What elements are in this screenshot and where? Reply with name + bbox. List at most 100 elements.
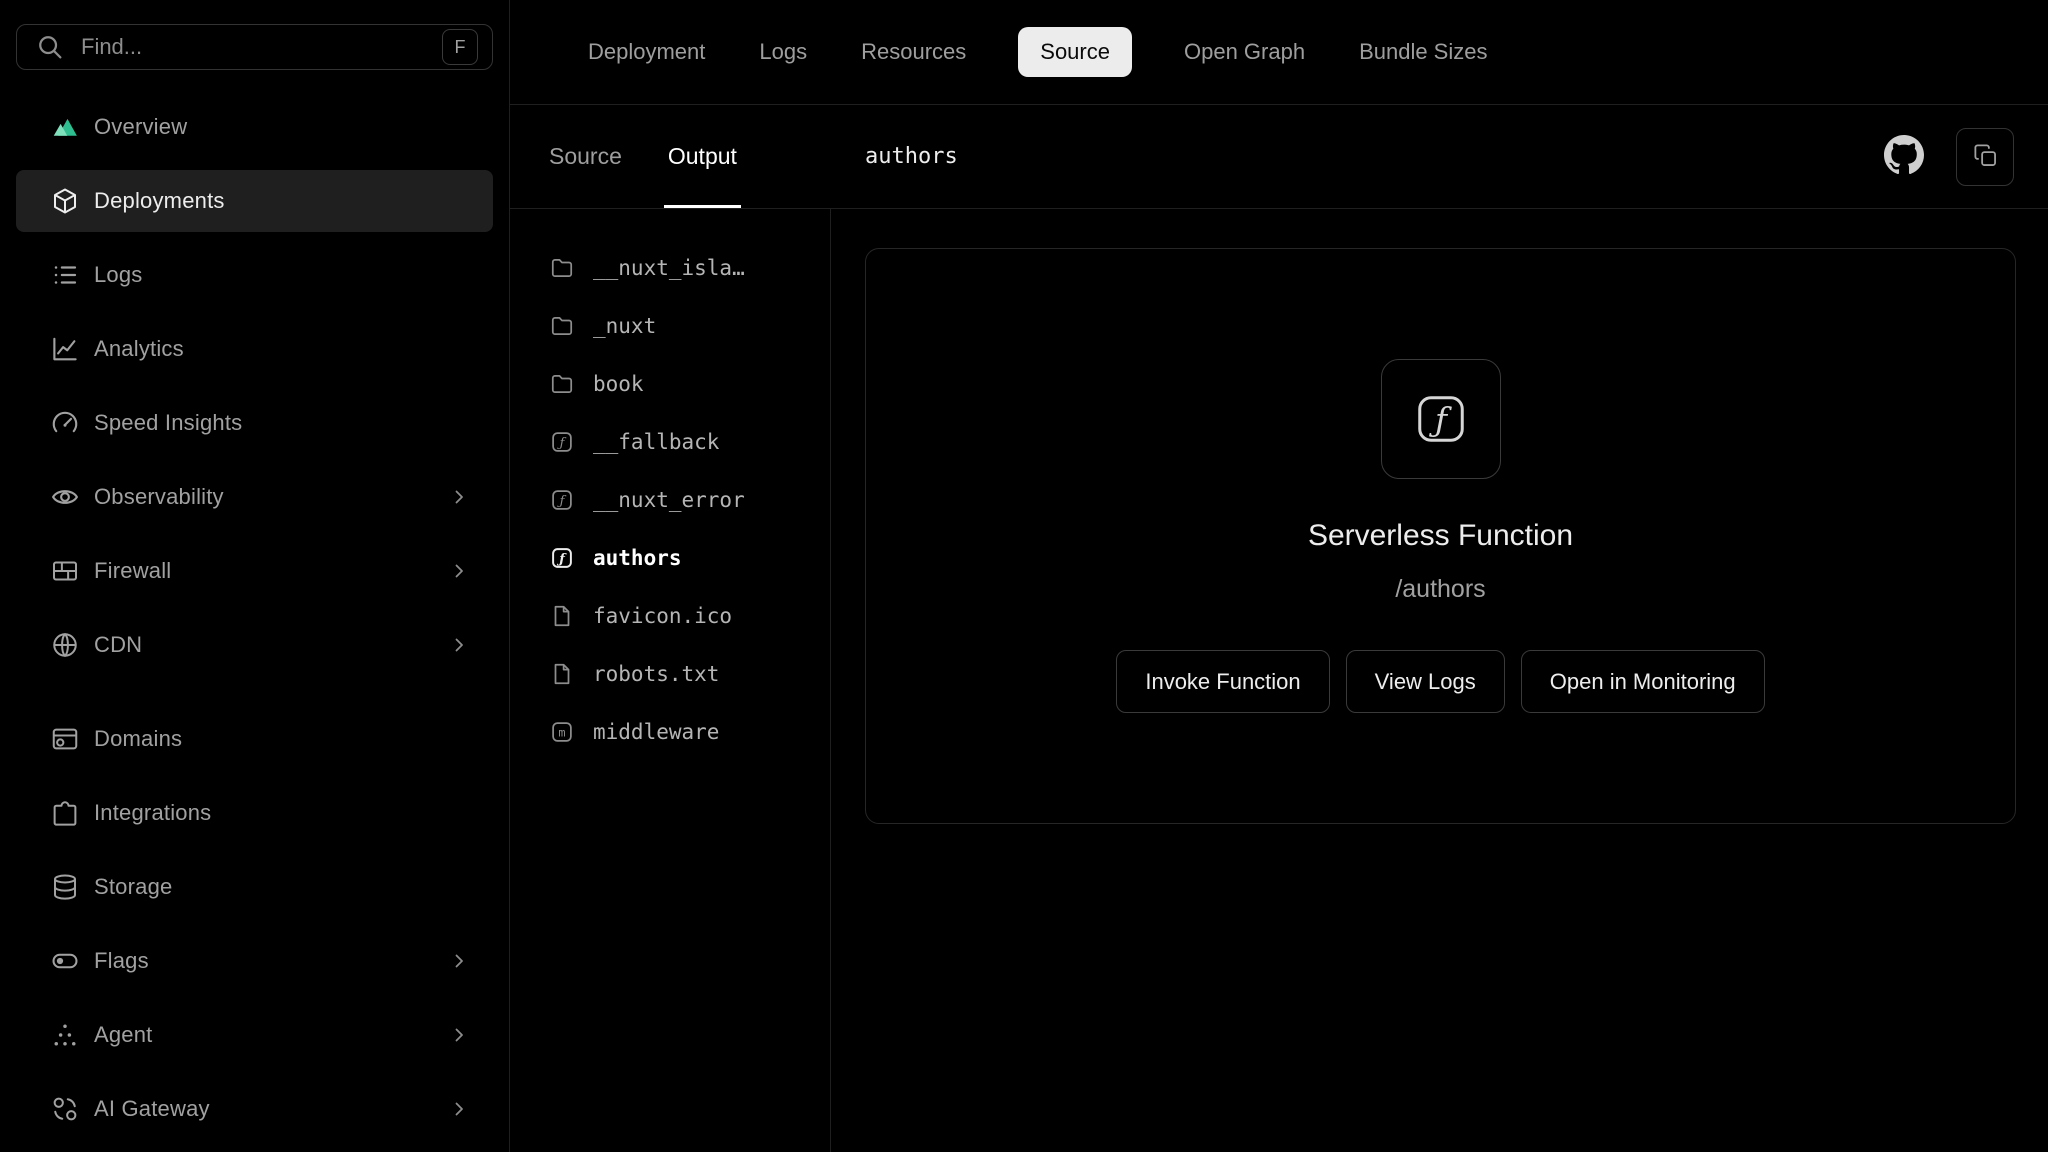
copy-button[interactable]	[1956, 128, 2014, 186]
tree-item-nuxt-error[interactable]: ƒ __nuxt_error	[549, 471, 830, 529]
tree-item-middleware[interactable]: m middleware	[549, 703, 830, 761]
invoke-function-button[interactable]: Invoke Function	[1116, 650, 1329, 713]
sidebar-item-label: Domains	[94, 726, 182, 752]
sidebar-item-label: AI Gateway	[94, 1096, 210, 1122]
tree-item-fallback[interactable]: ƒ __fallback	[549, 413, 830, 471]
open-in-monitoring-button[interactable]: Open in Monitoring	[1521, 650, 1765, 713]
sidebar-item-label: Firewall	[94, 558, 171, 584]
svg-text:ƒ: ƒ	[1428, 401, 1451, 439]
sidebar-item-integrations[interactable]: Integrations	[16, 782, 493, 844]
tree-item-nuxt[interactable]: _nuxt	[549, 297, 830, 355]
sidebar-item-cdn[interactable]: CDN	[16, 614, 493, 676]
sidebar-item-deployments[interactable]: Deployments	[16, 170, 493, 232]
sidebar-item-label: Analytics	[94, 336, 184, 362]
sidebar-item-domains[interactable]: Domains	[16, 708, 493, 770]
line-chart-icon	[50, 334, 80, 364]
puzzle-icon	[50, 798, 80, 828]
source-output-tabs: Source Output	[510, 105, 831, 208]
serverless-function-card: ƒ Serverless Function /authors Invoke Fu…	[865, 248, 2016, 824]
output-file-tree: __nuxt_isla… _nuxt book ƒ __fallback ƒ _…	[510, 209, 831, 1152]
sidebar-item-label: Observability	[94, 484, 224, 510]
github-button[interactable]	[1874, 127, 1934, 187]
middleware-icon: m	[549, 719, 575, 745]
firewall-icon	[50, 556, 80, 586]
chevron-right-icon	[447, 633, 471, 657]
function-route: /authors	[1395, 575, 1485, 604]
file-icon	[549, 661, 575, 687]
cube-icon	[50, 186, 80, 216]
dots-triangle-icon	[50, 1020, 80, 1050]
sidebar-item-label: Storage	[94, 874, 172, 900]
sidebar-item-ai-gateway[interactable]: AI Gateway	[16, 1078, 493, 1140]
sidebar-item-label: Overview	[94, 114, 187, 140]
search-shortcut-badge: F	[442, 29, 478, 65]
tree-item-book[interactable]: book	[549, 355, 830, 413]
tab-open-graph[interactable]: Open Graph	[1182, 29, 1307, 75]
tree-item-name: __nuxt_isla…	[593, 256, 745, 280]
tree-item-nuxt-island[interactable]: __nuxt_isla…	[549, 239, 830, 297]
tab-source[interactable]: Source	[1018, 27, 1132, 77]
main-panel: Deployment Logs Resources Source Open Gr…	[510, 0, 2048, 1152]
search-icon	[35, 32, 65, 62]
tree-item-robots[interactable]: robots.txt	[549, 645, 830, 703]
tab-bundle-sizes[interactable]: Bundle Sizes	[1357, 29, 1489, 75]
sidebar-item-overview[interactable]: Overview	[16, 96, 493, 158]
sidebar-item-firewall[interactable]: Firewall	[16, 540, 493, 602]
sidebar-item-flags[interactable]: Flags	[16, 930, 493, 992]
tab-source-files[interactable]: Source	[549, 105, 622, 208]
toggle-icon	[50, 946, 80, 976]
tree-item-authors[interactable]: ƒ authors	[549, 529, 830, 587]
chevron-right-icon	[447, 485, 471, 509]
search-input[interactable]: Find... F	[16, 24, 493, 70]
chevron-right-icon	[447, 949, 471, 973]
gauge-icon	[50, 408, 80, 438]
tree-item-name: _nuxt	[593, 314, 656, 338]
sidebar-item-storage[interactable]: Storage	[16, 856, 493, 918]
tab-output-files[interactable]: Output	[668, 105, 737, 208]
gateway-nodes-icon	[50, 1094, 80, 1124]
chevron-right-icon	[447, 559, 471, 583]
list-icon	[50, 260, 80, 290]
source-panel-header: Source Output authors	[510, 105, 2048, 209]
svg-text:m: m	[558, 725, 565, 739]
sidebar-item-logs[interactable]: Logs	[16, 244, 493, 306]
sidebar-item-label: CDN	[94, 632, 142, 658]
view-logs-button[interactable]: View Logs	[1346, 650, 1505, 713]
tree-item-name: authors	[593, 546, 682, 570]
folder-icon	[549, 371, 575, 397]
sidebar-item-label: Speed Insights	[94, 410, 242, 436]
svg-text:ƒ: ƒ	[556, 552, 567, 567]
eye-icon	[50, 482, 80, 512]
header-actions	[1874, 127, 2014, 187]
search-placeholder: Find...	[81, 34, 142, 60]
tab-deployment[interactable]: Deployment	[586, 29, 707, 75]
active-tab-underline	[664, 205, 741, 208]
function-type-title: Serverless Function	[1308, 519, 1573, 553]
sidebar-item-analytics[interactable]: Analytics	[16, 318, 493, 380]
copy-icon	[1972, 142, 1999, 172]
serverless-function-icon: ƒ	[1381, 359, 1501, 479]
tree-item-favicon[interactable]: favicon.ico	[549, 587, 830, 645]
selected-file-path: authors	[865, 144, 958, 169]
sidebar-item-agent[interactable]: Agent	[16, 1004, 493, 1066]
tree-item-name: middleware	[593, 720, 719, 744]
function-icon: ƒ	[549, 545, 575, 571]
folder-icon	[549, 255, 575, 281]
file-icon	[549, 603, 575, 629]
source-content: __nuxt_isla… _nuxt book ƒ __fallback ƒ _…	[510, 209, 2048, 1152]
function-actions: Invoke Function View Logs Open in Monito…	[1116, 650, 1764, 713]
tab-resources[interactable]: Resources	[859, 29, 968, 75]
chevron-right-icon	[447, 1097, 471, 1121]
sidebar-item-observability[interactable]: Observability	[16, 466, 493, 528]
sidebar-item-label: Flags	[94, 948, 149, 974]
sidebar-item-speed-insights[interactable]: Speed Insights	[16, 392, 493, 454]
sidebar: Find... F Overview Deployments Log	[0, 0, 510, 1152]
function-icon: ƒ	[549, 487, 575, 513]
tab-logs[interactable]: Logs	[757, 29, 809, 75]
tree-item-name: __fallback	[593, 430, 719, 454]
browser-globe-icon	[50, 724, 80, 754]
deployment-source-page: Find... F Overview Deployments Log	[0, 0, 2048, 1152]
tree-item-name: book	[593, 372, 644, 396]
sidebar-item-label: Deployments	[94, 188, 225, 214]
chevron-right-icon	[447, 1023, 471, 1047]
